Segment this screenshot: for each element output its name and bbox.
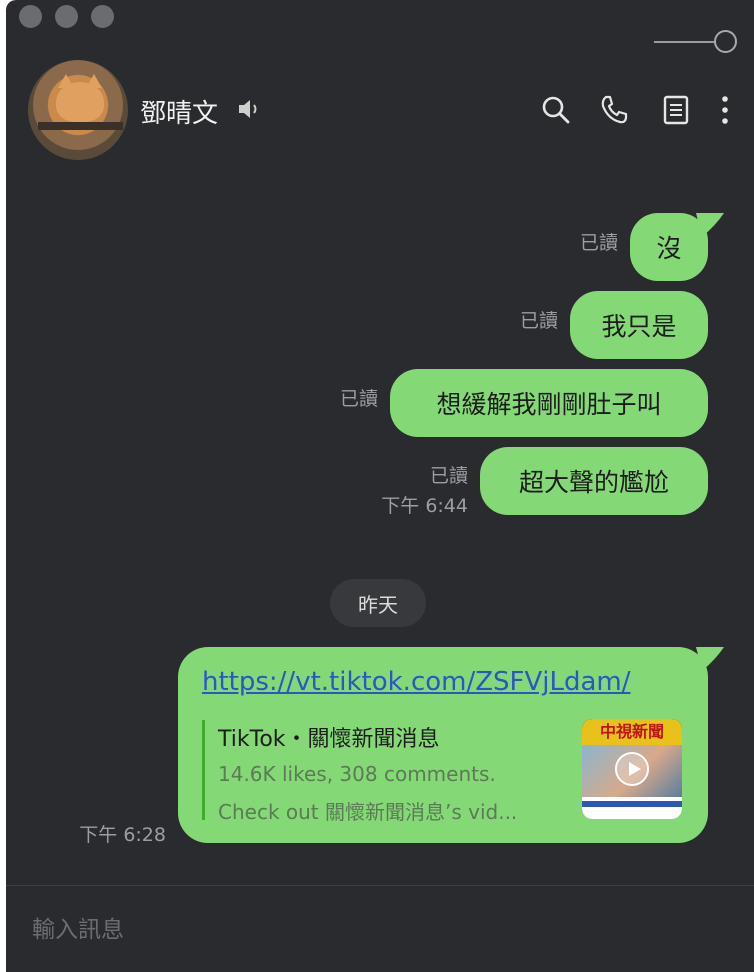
date-separator: 昨天 [330,579,426,627]
link-preview-description: 14.6K likes, 308 comments. [218,762,496,786]
chat-window: 鄧晴文 已讀 沒 已讀 我只是 已讀 想緩解我剛剛肚子叫 已讀 下午 6:44 … [6,0,754,972]
opacity-slider-knob[interactable] [714,30,737,53]
message-time: 下午 6:44 [381,495,468,517]
opacity-slider-track[interactable] [654,41,716,43]
link-preview-thumbnail[interactable]: 中視新聞 [582,719,682,819]
read-receipt: 已讀 [519,310,558,332]
zoom-window-button[interactable] [91,5,114,28]
read-receipt: 已讀 [579,232,618,254]
message-input-area[interactable]: 輸入訊息 [6,885,754,972]
close-window-button[interactable] [19,5,42,28]
phone-icon[interactable] [598,94,630,126]
link-message-bubble[interactable]: https://vt.tiktok.com/ZSFVjLdam/ TikTok・… [178,647,708,843]
play-icon[interactable] [615,752,649,786]
link-preview-description: Check out 關懷新聞消息’s vid... [218,800,518,824]
contact-name[interactable]: 鄧晴文 [140,93,218,130]
search-icon[interactable] [540,94,572,126]
bubble-tail [696,647,724,671]
message-input[interactable]: 輸入訊息 [32,910,124,944]
message-bubble[interactable]: 我只是 [570,291,708,359]
message-bubble[interactable]: 超大聲的尷尬 [480,447,708,515]
thumbnail-ticker [582,797,682,819]
message-bubble[interactable]: 想緩解我剛剛肚子叫 [390,369,708,437]
contact-avatar[interactable] [28,60,128,160]
preview-accent-bar [202,720,205,820]
thumbnail-banner: 中視新聞 [582,719,682,745]
speaker-icon[interactable] [236,97,262,121]
avatar-shelf [38,122,123,130]
avatar-cat [56,82,104,122]
more-vertical-icon[interactable] [713,94,737,126]
bubble-tail [696,213,724,237]
message-link[interactable]: https://vt.tiktok.com/ZSFVjLdam/ [202,667,631,697]
read-receipt: 已讀 [429,465,468,487]
minimize-window-button[interactable] [55,5,78,28]
message-time: 下午 6:28 [79,824,166,846]
link-preview-title[interactable]: TikTok・關懷新聞消息 [218,721,440,753]
read-receipt: 已讀 [339,388,378,410]
notes-icon[interactable] [660,94,692,126]
